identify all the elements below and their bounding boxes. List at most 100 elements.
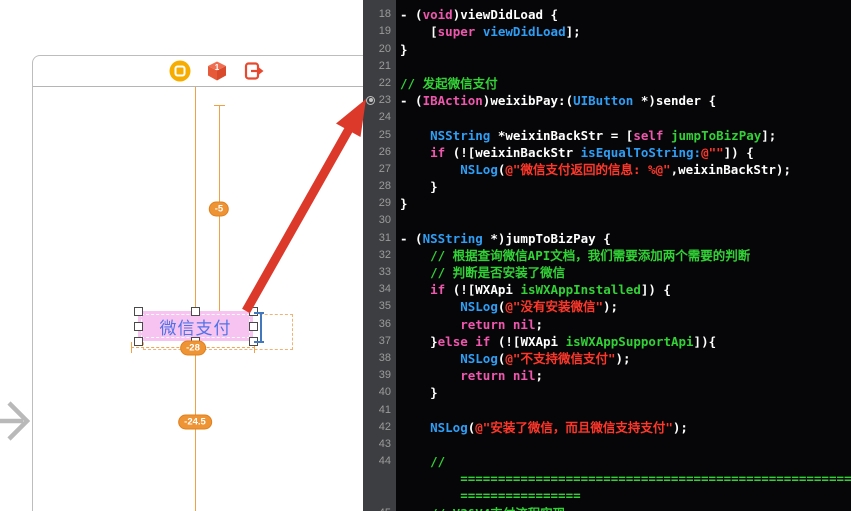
view-controller-icon[interactable] [168, 59, 192, 83]
code-text[interactable]: NSLog(@"不支持微信支付"); [396, 350, 851, 367]
code-text[interactable]: // 发起微信支付 [396, 75, 851, 92]
code-text[interactable]: }else if (![WXApi isWXAppSupportApi]){ [396, 333, 851, 350]
line-number[interactable]: 19 [363, 23, 396, 41]
line-number[interactable] [363, 470, 396, 488]
line-number[interactable]: 29 [363, 195, 396, 213]
code-text[interactable]: - (NSString *)jumpToBizPay { [396, 230, 851, 247]
code-text[interactable]: if (![WXApi isWXAppInstalled]) { [396, 281, 851, 298]
code-text[interactable]: } [396, 178, 851, 195]
code-line[interactable]: 44 // [363, 453, 851, 471]
code-text[interactable]: ========================================… [396, 470, 851, 487]
code-line[interactable]: 19 [super viewDidLoad]; [363, 23, 851, 41]
line-number[interactable]: 43 [363, 435, 396, 454]
code-line[interactable]: 42 NSLog(@"安装了微信，而且微信支持支付"); [363, 418, 851, 436]
code-line[interactable]: ================ [363, 487, 851, 505]
code-text[interactable] [396, 212, 851, 229]
code-line[interactable]: 38 NSLog(@"不支持微信支付"); [363, 349, 851, 368]
code-line[interactable]: 21 [363, 57, 851, 75]
code-line[interactable]: 26 if (![weixinBackStr isEqualToString:@… [363, 143, 851, 161]
code-editor[interactable]: 1718- (void)viewDidLoad {19 [super viewD… [363, 0, 851, 511]
code-text[interactable]: // V3&V4支付流程实现 [396, 505, 851, 511]
code-text[interactable]: NSString *weixinBackStr = [self jumpToBi… [396, 127, 851, 144]
ibaction-connection-marker[interactable] [366, 95, 375, 105]
first-responder-cube-icon[interactable]: 1 [205, 59, 229, 83]
line-number[interactable]: 21 [363, 57, 396, 75]
line-number[interactable]: 45 [363, 504, 396, 511]
code-line[interactable]: ========================================… [363, 470, 851, 488]
line-number[interactable]: 38 [363, 349, 396, 368]
line-number[interactable]: 20 [363, 40, 396, 58]
code-line[interactable]: 32 // 根据查询微信API文档，我们需要添加两个需要的判断 [363, 246, 851, 264]
code-text[interactable]: - (void)viewDidLoad { [396, 6, 851, 23]
line-number[interactable]: 40 [363, 384, 396, 402]
line-number[interactable]: 31 [363, 229, 396, 247]
code-line[interactable]: 22// 发起微信支付 [363, 74, 851, 93]
code-line[interactable]: 24 [363, 109, 851, 127]
code-line[interactable]: 28 } [363, 178, 851, 196]
code-line[interactable]: 31- (NSString *)jumpToBizPay { [363, 229, 851, 247]
code-line[interactable]: 40 } [363, 384, 851, 402]
code-line[interactable]: 39 return nil; [363, 367, 851, 385]
line-number[interactable]: 34 [363, 281, 396, 299]
line-number[interactable]: 41 [363, 401, 396, 419]
code-text[interactable]: NSLog(@"微信支付返回的信息: %@",weixinBackStr); [396, 161, 851, 178]
code-text[interactable]: // 判断是否安装了微信 [396, 264, 851, 281]
resize-handle-e[interactable] [249, 322, 258, 331]
line-number[interactable]: 30 [363, 212, 396, 230]
line-number[interactable]: 24 [363, 109, 396, 127]
line-number[interactable]: 37 [363, 332, 396, 350]
line-number[interactable]: 25 [363, 126, 396, 144]
resize-handle-n[interactable] [191, 307, 200, 316]
code-text[interactable]: - (IBAction)weixibPay:(UIButton *)sender… [396, 92, 851, 109]
constraint-badge-width[interactable]: -28 [180, 340, 206, 356]
line-number[interactable]: 22 [363, 74, 396, 93]
code-line[interactable]: 18- (void)viewDidLoad { [363, 6, 851, 24]
line-number[interactable]: 42 [363, 418, 396, 436]
code-line[interactable]: 43 [363, 435, 851, 454]
code-line[interactable]: 27 NSLog(@"微信支付返回的信息: %@",weixinBackStr)… [363, 160, 851, 179]
line-number[interactable]: 32 [363, 246, 396, 264]
code-text[interactable]: ================ [396, 487, 851, 504]
code-text[interactable]: // [396, 453, 851, 470]
line-number[interactable]: 33 [363, 264, 396, 282]
code-line[interactable]: 23- (IBAction)weixibPay:(UIButton *)send… [363, 92, 851, 110]
line-number[interactable]: 27 [363, 160, 396, 179]
code-line[interactable]: 29} [363, 195, 851, 213]
code-line[interactable]: 41 [363, 401, 851, 419]
code-line[interactable]: 25 NSString *weixinBackStr = [self jumpT… [363, 126, 851, 144]
code-text[interactable]: } [396, 41, 851, 58]
code-text[interactable]: NSLog(@"没有安装微信"); [396, 298, 851, 315]
line-number[interactable] [363, 487, 396, 505]
code-text[interactable]: NSLog(@"安装了微信，而且微信支持支付"); [396, 419, 851, 436]
code-text[interactable]: if (![weixinBackStr isEqualToString:@""]… [396, 144, 851, 161]
resize-handle-w[interactable] [134, 322, 143, 331]
resize-handle-nw[interactable] [134, 307, 143, 316]
line-number[interactable]: 28 [363, 178, 396, 196]
code-text[interactable]: return nil; [396, 316, 851, 333]
constraint-badge-top[interactable]: -5 [208, 201, 230, 217]
code-line[interactable]: 20} [363, 40, 851, 58]
line-number[interactable]: 39 [363, 367, 396, 385]
code-text[interactable]: } [396, 384, 851, 401]
resize-handle-sw[interactable] [134, 337, 143, 346]
code-line[interactable]: 37 }else if (![WXApi isWXAppSupportApi])… [363, 332, 851, 350]
code-text[interactable] [396, 436, 851, 453]
code-line[interactable]: 45 // V3&V4支付流程实现 [363, 504, 851, 511]
code-text[interactable] [396, 58, 851, 75]
code-line[interactable]: 34 if (![WXApi isWXAppInstalled]) { [363, 281, 851, 299]
code-text[interactable] [396, 402, 851, 419]
code-line[interactable]: 36 return nil; [363, 315, 851, 333]
line-number[interactable]: 26 [363, 143, 396, 161]
line-number[interactable]: 23 [363, 92, 396, 110]
code-text[interactable]: return nil; [396, 367, 851, 384]
line-number[interactable]: 35 [363, 298, 396, 316]
line-number[interactable]: 18 [363, 6, 396, 24]
code-line[interactable]: 30 [363, 212, 851, 230]
code-text[interactable] [396, 109, 851, 126]
code-line[interactable]: 35 NSLog(@"没有安装微信"); [363, 298, 851, 316]
code-line[interactable]: 33 // 判断是否安装了微信 [363, 264, 851, 282]
constraint-badge-bottom[interactable]: -24.5 [178, 414, 212, 430]
exit-icon[interactable] [242, 59, 266, 83]
line-number[interactable]: 36 [363, 315, 396, 333]
code-text[interactable]: // 根据查询微信API文档，我们需要添加两个需要的判断 [396, 247, 851, 264]
